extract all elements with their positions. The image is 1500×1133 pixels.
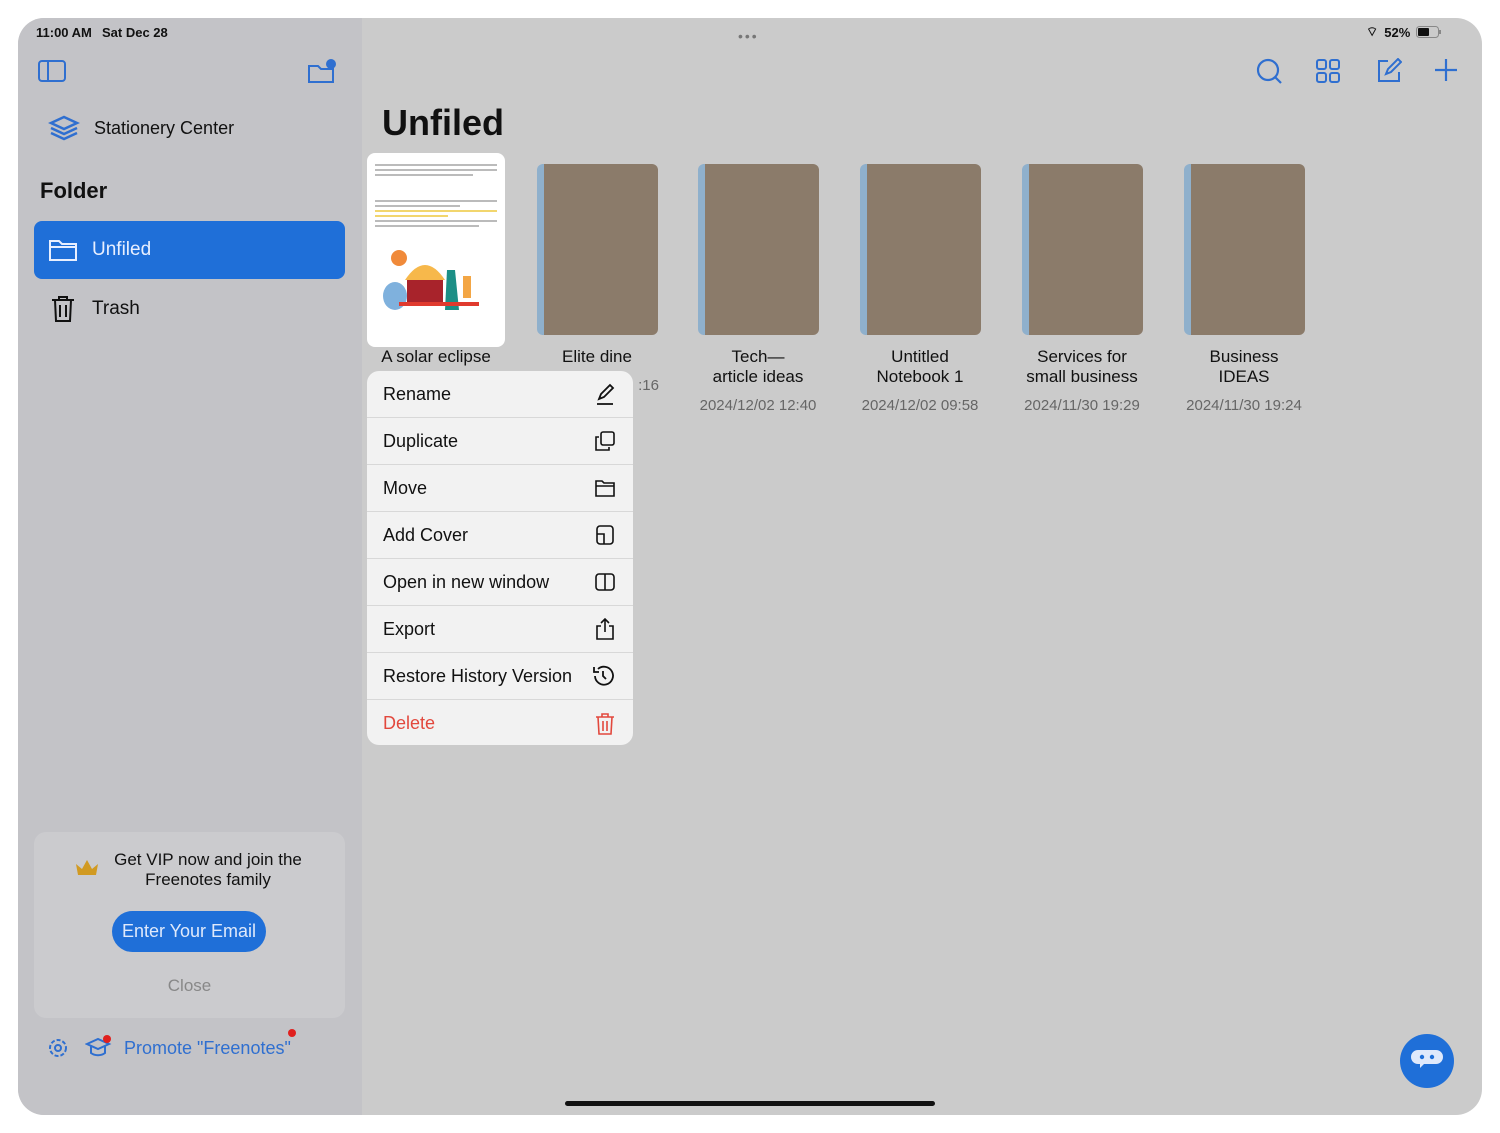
sidebar-item-unfiled[interactable]: Unfiled [34, 221, 345, 279]
notebook-title: article ideas [712, 367, 804, 386]
notebook-title: Business IDEAS [1209, 347, 1279, 386]
menu-item-add-cover[interactable]: Add Cover [367, 512, 633, 559]
notebook-date: 2024/12/02 12:40 [699, 397, 817, 414]
layers-icon [48, 115, 80, 141]
notebook-cover [1183, 164, 1305, 335]
cover-icon [596, 525, 614, 545]
compose-icon[interactable] [1376, 58, 1402, 84]
status-date: Sat Dec 28 [102, 25, 168, 40]
battery-label: 52% [1384, 24, 1411, 40]
notebook-cover [859, 164, 981, 335]
stationery-label: Stationery Center [94, 117, 235, 138]
trash-icon [596, 712, 614, 735]
trash-icon [52, 296, 74, 322]
vip-banner: Get VIP now and join the Freenotes famil… [34, 832, 345, 1018]
notebook-cover [697, 164, 819, 335]
notebook-business-ideas[interactable]: Business IDEAS 2024/11/30 19:24 [1182, 164, 1306, 414]
notebook-tech-article-ideas[interactable]: Tech— article ideas 2024/12/02 12:40 [696, 164, 820, 414]
grid-view-icon[interactable] [1316, 59, 1340, 83]
menu-item-label: Add Cover [383, 524, 469, 545]
context-menu: Rename Duplicate Move Add Cover Open in … [367, 371, 633, 745]
notebook-services[interactable]: Services for small business 2024/11/30 19… [1020, 164, 1144, 414]
split-window-icon [595, 573, 615, 591]
multitasking-dots[interactable]: ••• [738, 28, 759, 44]
menu-item-label: Restore History Version [383, 665, 573, 686]
new-folder-icon[interactable] [307, 58, 337, 84]
notebook-title: Notebook 1 [876, 367, 964, 386]
notebook-a-solar-eclipse[interactable]: A solar eclipse [375, 347, 497, 367]
sidebar-toggle-icon[interactable] [38, 60, 66, 82]
notebook-cover [536, 164, 658, 335]
status-time: 11:00 AM [36, 25, 92, 40]
duplicate-icon [595, 431, 615, 451]
notification-dot [288, 1029, 296, 1037]
share-icon [596, 618, 614, 640]
crown-icon [76, 860, 98, 875]
notebook-date: 2024/11/30 19:24 [1186, 397, 1302, 414]
notebook-elite-dine[interactable]: Elite dine :16 [535, 164, 659, 394]
sidebar-item-trash[interactable]: Trash [34, 280, 345, 338]
folder-icon [595, 480, 615, 497]
status-indicators: ⌔ 52% [1366, 24, 1442, 40]
menu-item-rename[interactable]: Rename [367, 371, 633, 418]
menu-item-label: Open in new window [383, 571, 550, 592]
promote-link[interactable]: Promote "Freenotes" [124, 1038, 291, 1059]
menu-item-move[interactable]: Move [367, 465, 633, 512]
notebook-cover [1021, 164, 1143, 335]
illustration-image [383, 250, 479, 310]
menu-item-duplicate[interactable]: Duplicate [367, 418, 633, 465]
vip-text: Freenotes family [145, 870, 271, 889]
notebook-title: Elite dine [562, 347, 632, 366]
menu-item-restore-history[interactable]: Restore History Version [367, 653, 633, 700]
chatbot-icon [1411, 1050, 1443, 1068]
menu-item-label: Duplicate [383, 430, 459, 451]
sidebar-item-label: Trash [92, 298, 140, 319]
notebook-title: Untitled [891, 347, 949, 366]
notebook-date: 2024/11/30 19:29 [1024, 397, 1140, 414]
chat-assistant-button[interactable] [1400, 1034, 1454, 1088]
folder-heading: Folder [40, 178, 108, 203]
notebook-untitled-1[interactable]: Untitled Notebook 1 2024/12/02 09:58 [858, 164, 982, 414]
notebook-title: small business [1026, 367, 1138, 386]
notebook-title: Tech— [731, 347, 785, 366]
sidebar: 11:00 AM Sat Dec 28 Stationery Center Fo… [18, 18, 362, 1115]
menu-item-open-new-window[interactable]: Open in new window [367, 559, 633, 606]
add-icon[interactable] [1434, 58, 1458, 82]
battery-icon [1416, 26, 1442, 38]
menu-item-export[interactable]: Export [367, 606, 633, 653]
menu-item-label: Export [383, 618, 436, 639]
pencil-icon [597, 383, 615, 405]
menu-item-label: Rename [383, 383, 452, 404]
menu-item-delete[interactable]: Delete [367, 700, 633, 745]
notebook-title: A solar eclipse [381, 347, 491, 366]
history-icon [593, 665, 614, 686]
menu-item-label: Delete [383, 713, 436, 733]
page-title: Unfiled [382, 102, 504, 143]
home-indicator[interactable] [565, 1101, 935, 1106]
search-icon[interactable] [1256, 58, 1284, 86]
vip-text: Get VIP now and join the [114, 850, 302, 869]
close-button[interactable]: Close [34, 976, 345, 996]
notebook-title: Services for [1037, 347, 1127, 366]
sidebar-item-label: Unfiled [92, 239, 152, 260]
settings-icon[interactable] [47, 1037, 69, 1059]
notebook-thumbnail[interactable] [367, 153, 505, 347]
enter-email-button[interactable]: Enter Your Email [112, 911, 266, 952]
wifi-icon: ⌔ [1366, 24, 1379, 39]
folder-icon [49, 240, 77, 261]
menu-item-label: Move [383, 477, 428, 498]
stationery-center-link[interactable]: Stationery Center [48, 114, 234, 142]
graduation-cap-icon[interactable] [85, 1034, 113, 1060]
app-window: 11:00 AM Sat Dec 28 Stationery Center Fo… [18, 18, 1482, 1115]
notebook-date: 2024/12/02 09:58 [861, 397, 979, 414]
